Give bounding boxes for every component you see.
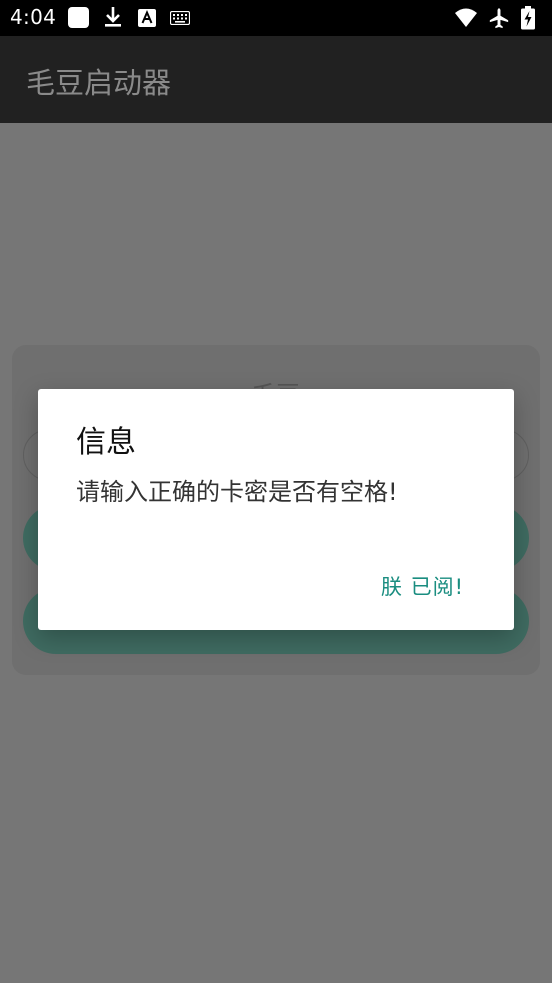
- airplane-mode-icon: [489, 7, 509, 29]
- battery-charging-icon: [521, 6, 535, 30]
- download-icon: [105, 7, 121, 27]
- info-dialog: 信息 请输入正确的卡密是否有空格! 朕 已阅!: [38, 389, 514, 630]
- square-notification-icon: [68, 7, 89, 28]
- app-title: 毛豆启动器: [26, 66, 172, 100]
- wifi-icon: [455, 8, 477, 27]
- text-a-icon: [138, 9, 156, 27]
- keyboard-icon: [170, 11, 190, 25]
- status-bar: 4:04: [0, 0, 552, 36]
- dialog-title: 信息: [76, 425, 136, 460]
- status-right-icons: [454, 6, 544, 30]
- dialog-confirm-button[interactable]: 朕 已阅!: [381, 571, 464, 601]
- status-time: 4:04: [10, 5, 57, 29]
- app-bar: 毛豆启动器: [0, 36, 552, 123]
- dialog-message: 请输入正确的卡密是否有空格!: [76, 478, 398, 506]
